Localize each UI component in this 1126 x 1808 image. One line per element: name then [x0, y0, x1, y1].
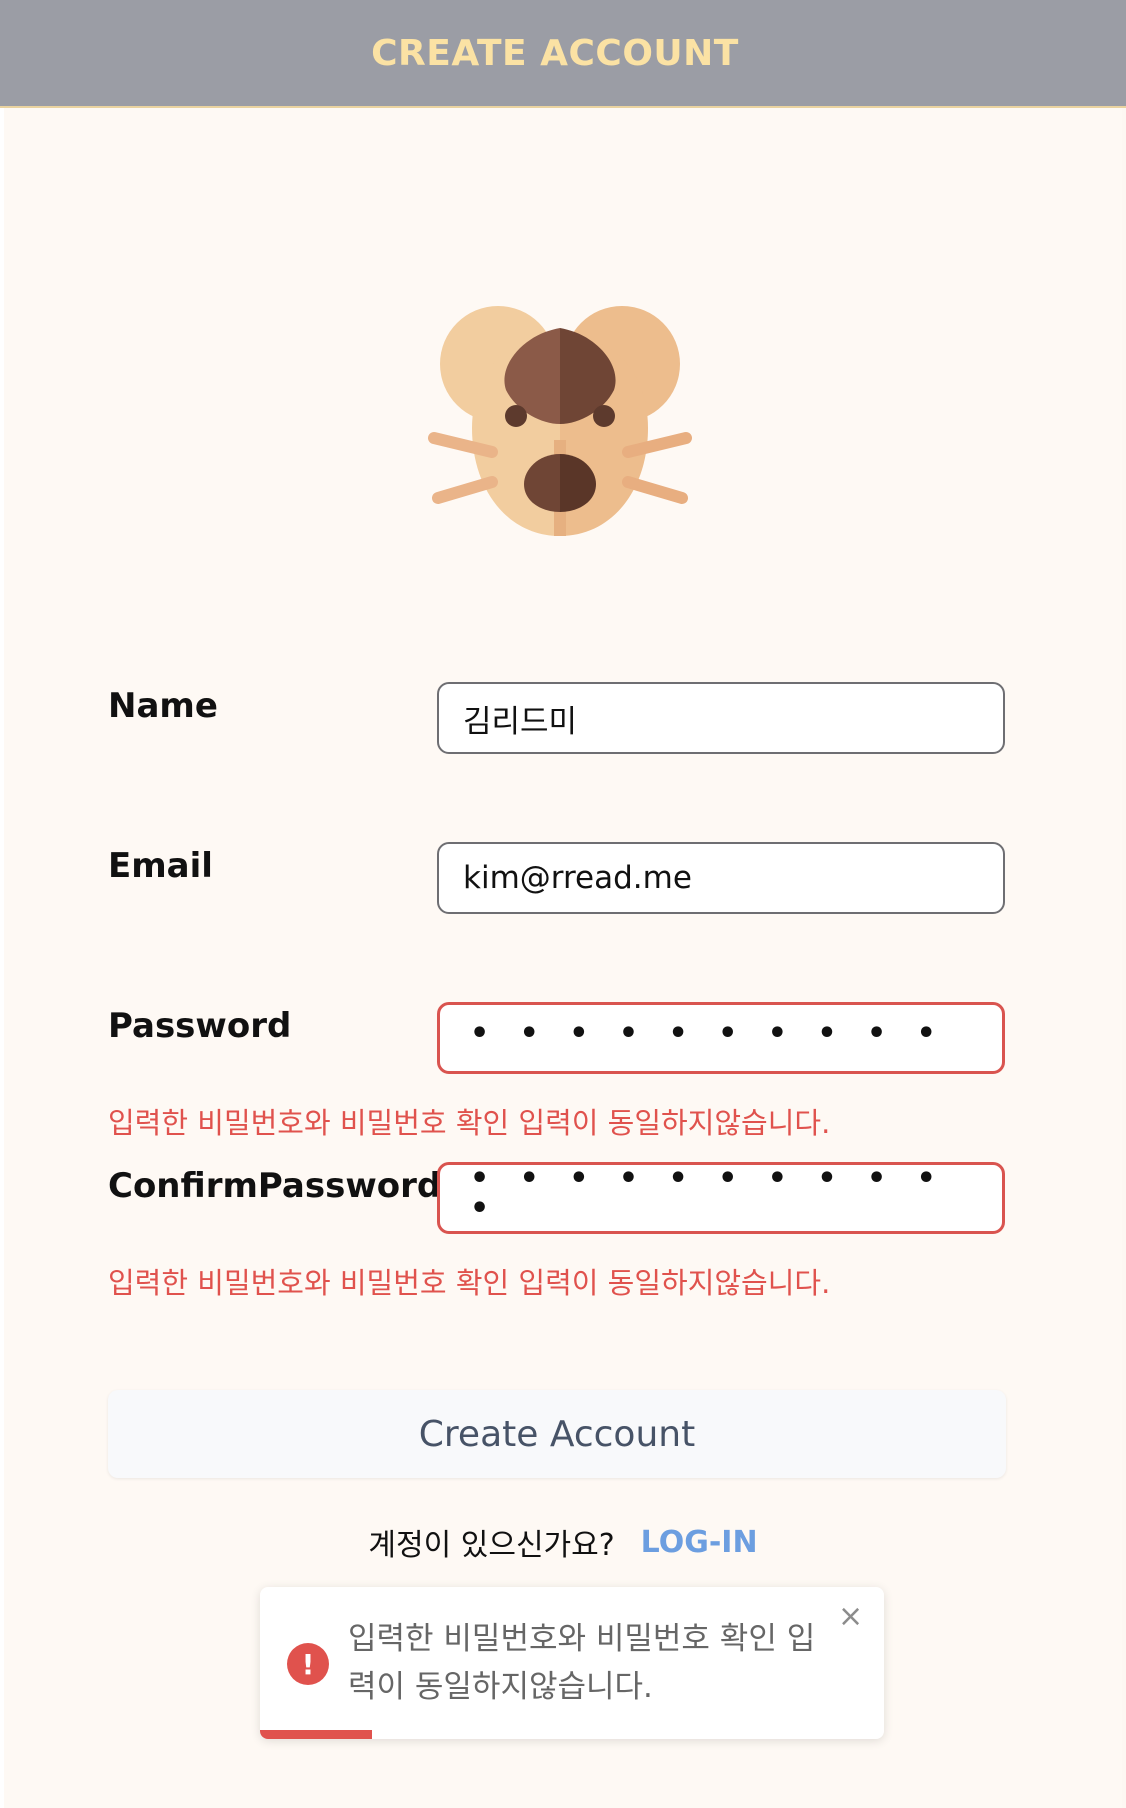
name-input[interactable]: 김리드미 — [437, 682, 1005, 754]
password-input[interactable]: • • • • • • • • • • — [437, 1002, 1005, 1074]
confirm-password-error-message: 입력한 비밀번호와 비밀번호 확인 입력이 동일하지않습니다. — [108, 1266, 831, 1300]
name-input-value: 김리드미 — [463, 703, 578, 740]
toast-progress-fill — [260, 1730, 373, 1739]
toast-progress-bar — [260, 1730, 884, 1739]
email-label: Email — [108, 846, 213, 886]
error-toast: ! 입력한 비밀번호와 비밀번호 확인 입력이 동일하지않습니다. × — [260, 1587, 884, 1739]
password-label: Password — [108, 1006, 292, 1046]
email-input[interactable]: kim@rread.me — [437, 842, 1005, 914]
login-link[interactable]: LOG-IN — [641, 1525, 758, 1560]
hamster-logo-icon — [428, 306, 692, 536]
create-account-button[interactable]: Create Account — [108, 1390, 1006, 1478]
close-icon[interactable]: × — [838, 1599, 863, 1634]
login-question: 계정이 있으신가요? — [368, 1528, 615, 1563]
create-account-button-label: Create Account — [418, 1413, 696, 1455]
app-header: CREATE ACCOUNT — [0, 0, 1126, 108]
login-prompt: 계정이 있으신가요? LOG-IN — [0, 1520, 1126, 1564]
password-error-message: 입력한 비밀번호와 비밀번호 확인 입력이 동일하지않습니다. — [108, 1106, 831, 1140]
toast-message: 입력한 비밀번호와 비밀번호 확인 입력이 동일하지않습니다. — [348, 1621, 816, 1705]
email-input-value: kim@rread.me — [463, 860, 692, 896]
confirm-password-input[interactable]: • • • • • • • • • • • — [437, 1162, 1005, 1234]
confirm-password-label: ConfirmPassword — [108, 1166, 442, 1206]
page-title: CREATE ACCOUNT — [371, 32, 739, 74]
name-label: Name — [108, 686, 218, 726]
confirm-password-input-value: • • • • • • • • • • • — [470, 1161, 946, 1226]
error-alert-icon: ! — [287, 1643, 329, 1685]
password-input-value: • • • • • • • • • • — [470, 1016, 946, 1051]
